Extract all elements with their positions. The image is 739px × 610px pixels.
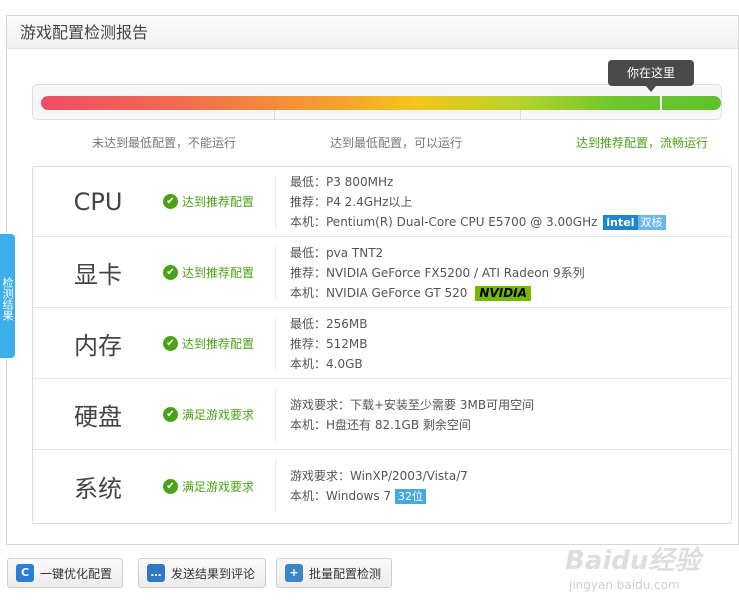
detail-local-text: 本机：NVIDIA GeForce GT 520: [290, 285, 468, 300]
baidu-jingyan-watermark: Baidu经验 jingyan.baidu.com: [565, 530, 735, 600]
status-badge: ✔ 满足游戏要求: [163, 380, 275, 449]
send-result-button[interactable]: … 发送结果到评论: [138, 558, 267, 588]
level-label-fail: 未达到最低配置，不能运行: [92, 136, 237, 150]
status-badge: ✔ 满足游戏要求: [163, 451, 275, 521]
config-level-meter: [32, 84, 722, 120]
you-are-here-tooltip: 你在这里: [608, 60, 694, 92]
detail-local: 本机：H盘还有 82.1GB 剩余空间: [290, 417, 471, 432]
detail-local: 本机：NVIDIA GeForce GT 520 NVIDIA: [290, 283, 585, 303]
report-panel: 游戏配置检测报告 你在这里 未达到最低配置，不能运行 达到最低配置，可以运行 达…: [6, 15, 739, 545]
detail-requirement: 游戏要求：WinXP/2003/Vista/7: [290, 469, 468, 483]
status-badge: ✔ 达到推荐配置: [163, 238, 275, 307]
hardware-details: 游戏要求：WinXP/2003/Vista/7 本机：Windows 7 32位: [290, 451, 468, 521]
check-icon: ✔: [163, 478, 178, 494]
toolbox-icon: +: [285, 564, 303, 582]
side-feedback-tab[interactable]: 检测结果: [0, 234, 15, 358]
detail-min: 最低：pva TNT2: [290, 245, 384, 260]
column-divider: [275, 175, 276, 229]
table-row: 系统 ✔ 满足游戏要求 游戏要求：WinXP/2003/Vista/7 本机：W…: [33, 451, 731, 521]
status-badge: ✔ 达到推荐配置: [163, 167, 275, 236]
hardware-name: 显卡: [74, 261, 122, 289]
detail-local: 本机：4.0GB: [290, 356, 363, 371]
level-divider: [274, 110, 275, 120]
intel-logo-badge: intel: [603, 214, 638, 230]
status-text: 满足游戏要求: [182, 479, 255, 494]
hardware-name: 内存: [74, 332, 122, 360]
check-icon: ✔: [163, 407, 178, 422]
level-label-recommended: 达到推荐配置，流畅运行: [576, 136, 709, 150]
detail-local: 本机：Windows 7 32位: [290, 486, 468, 506]
32bit-badge: 32位: [395, 489, 427, 504]
detail-recommended: 推荐：512MB: [290, 336, 368, 351]
column-divider: [275, 459, 276, 513]
detail-local: 本机：Pentium(R) Dual-Core CPU E5700 @ 3.00…: [290, 212, 666, 232]
level-divider: [520, 110, 521, 120]
detail-min: 最低：P3 800MHz: [290, 174, 394, 189]
detail-local-text: 本机：Pentium(R) Dual-Core CPU E5700 @ 3.00…: [290, 214, 598, 229]
detail-recommended: 推荐：NVIDIA GeForce FX5200 / ATI Radeon 9系…: [290, 265, 585, 280]
dual-core-badge: 双核: [637, 214, 666, 230]
detail-local-text: 本机：Windows 7: [290, 489, 392, 503]
comment-icon: …: [147, 564, 165, 582]
hardware-name: 系统: [74, 474, 122, 503]
check-icon: ✔: [163, 265, 178, 280]
panel-title: 游戏配置检测报告: [7, 16, 738, 49]
status-text: 达到推荐配置: [182, 337, 255, 351]
nvidia-logo-badge: NVIDIA: [475, 285, 531, 301]
table-row: 内存 ✔ 达到推荐配置 最低：256MB 推荐：512MB 本机：4.0GB: [33, 309, 731, 379]
status-text: 达到推荐配置: [182, 195, 255, 209]
side-tab-label: 检测结果: [1, 277, 14, 321]
hardware-details: 最低：pva TNT2 推荐：NVIDIA GeForce FX5200 / A…: [290, 238, 585, 307]
watermark-url: jingyan.baidu.com: [569, 578, 680, 592]
column-divider: [275, 317, 276, 371]
detail-requirement: 游戏要求：下载+安装至少需要 3MB可用空间: [290, 397, 535, 412]
batch-button-label: 批量配置检测: [309, 566, 382, 581]
table-row: 硬盘 ✔ 满足游戏要求 游戏要求：下载+安装至少需要 3MB可用空间 本机：H盘…: [33, 380, 731, 450]
optimize-button-label: 一键优化配置: [40, 566, 113, 581]
check-icon: ✔: [163, 336, 178, 351]
check-icon: ✔: [163, 194, 178, 209]
hardware-details: 最低：256MB 推荐：512MB 本机：4.0GB: [290, 309, 368, 378]
column-divider: [275, 246, 276, 300]
refresh-icon: C: [16, 564, 34, 582]
hardware-name: CPU: [73, 187, 123, 216]
table-row: 显卡 ✔ 达到推荐配置 最低：pva TNT2 推荐：NVIDIA GeForc…: [33, 238, 731, 308]
status-text: 满足游戏要求: [182, 408, 255, 422]
hardware-details: 游戏要求：下载+安装至少需要 3MB可用空间 本机：H盘还有 82.1GB 剩余…: [290, 380, 534, 449]
level-gradient-bar: [41, 96, 721, 110]
status-text: 达到推荐配置: [182, 266, 255, 280]
watermark-logo: Baidu经验: [565, 546, 701, 576]
table-row: CPU ✔ 达到推荐配置 最低：P3 800MHz 推荐：P4 2.4GHz以上…: [33, 167, 731, 237]
level-label-min: 达到最低配置，可以运行: [330, 136, 463, 150]
detail-recommended: 推荐：P4 2.4GHz以上: [290, 194, 413, 209]
status-badge: ✔ 达到推荐配置: [163, 309, 275, 378]
batch-detect-button[interactable]: + 批量配置检测: [276, 558, 393, 588]
send-button-label: 发送结果到评论: [171, 566, 256, 581]
hardware-table: CPU ✔ 达到推荐配置 最低：P3 800MHz 推荐：P4 2.4GHz以上…: [32, 166, 732, 524]
detail-min: 最低：256MB: [290, 316, 368, 331]
optimize-config-button[interactable]: C 一键优化配置: [7, 558, 124, 588]
hardware-name: 硬盘: [74, 403, 122, 431]
current-level-marker: [659, 96, 662, 110]
column-divider: [275, 388, 276, 442]
hardware-details: 最低：P3 800MHz 推荐：P4 2.4GHz以上 本机：Pentium(R…: [290, 167, 666, 236]
